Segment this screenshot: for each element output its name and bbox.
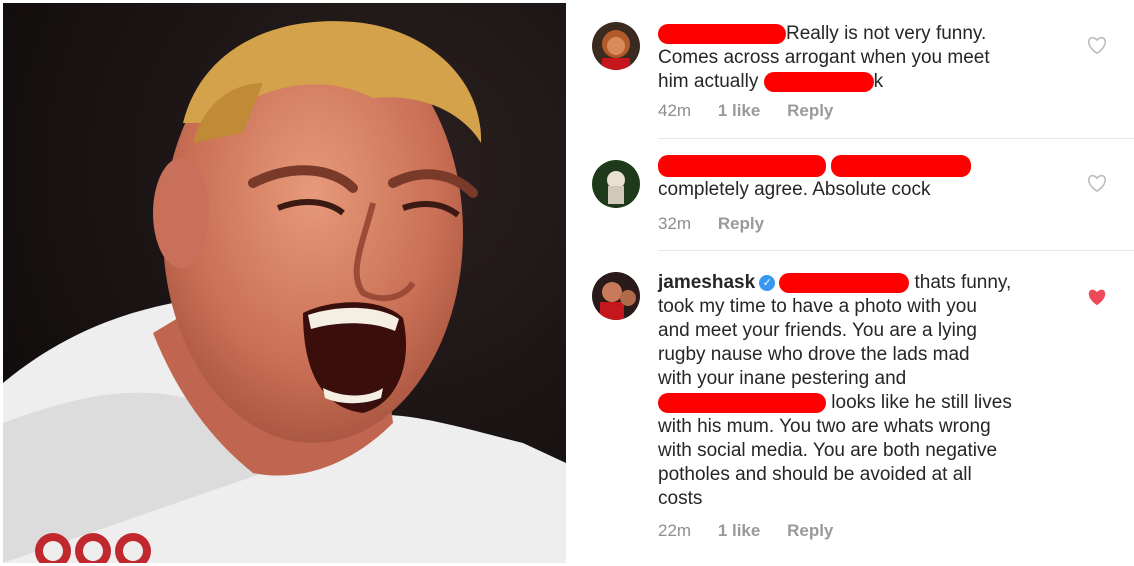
avatar[interactable] [592, 272, 640, 320]
redaction [779, 272, 910, 293]
divider [658, 138, 1134, 139]
username[interactable]: jameshask [658, 272, 755, 293]
comment-line: potholes and should be avoided at all [658, 464, 972, 485]
comment-item: jameshask ✓ thats funny, took my time to … [566, 252, 1134, 566]
comment-line: with social media. You are both negative [658, 440, 998, 461]
avatar[interactable] [592, 22, 640, 70]
comment-meta: 42m 1 like Reply [658, 101, 855, 121]
player-photo [3, 3, 566, 563]
like-count[interactable]: 1 like [718, 101, 761, 120]
comments-panel: Really is not very funny. Comes across a… [566, 0, 1134, 566]
comment-text: completely agree. Absolute cock [658, 154, 1068, 202]
redaction [831, 154, 972, 177]
timestamp: 32m [658, 214, 692, 233]
comment-line: and meet your friends. You are a lying [658, 320, 977, 341]
redaction [658, 392, 826, 413]
comment-item: Really is not very funny. Comes across a… [566, 0, 1134, 140]
timestamp: 42m [658, 101, 692, 120]
redaction [763, 71, 874, 92]
comment-item: completely agree. Absolute cock 32m Repl… [566, 140, 1134, 252]
divider [658, 250, 1134, 251]
comment-line: took my time to have a photo with you [658, 296, 977, 317]
reply-button[interactable]: Reply [787, 521, 833, 540]
comment-text: jameshask ✓ thats funny, took my time to … [658, 271, 1068, 511]
comment-line: costs [658, 488, 703, 509]
heart-icon[interactable] [1087, 36, 1107, 55]
timestamp: 22m [658, 521, 692, 540]
like-count[interactable]: 1 like [718, 521, 761, 540]
comment-text-3a: him actually [658, 71, 759, 92]
comment-meta: 32m Reply [658, 214, 786, 234]
redaction [658, 154, 826, 177]
comment-line: looks like he still lives [831, 392, 1012, 413]
verified-badge-icon: ✓ [759, 274, 776, 291]
comment-line: with his mum. You two are whats wrong [658, 416, 991, 437]
comment-line: rugby nause who drove the lads mad [658, 344, 970, 365]
comment-text-2: Comes across arrogant when you meet [658, 47, 990, 68]
comment-text-3b: k [873, 71, 884, 92]
reply-button[interactable]: Reply [718, 214, 764, 233]
comment-meta: 22m 1 like Reply [658, 521, 855, 541]
comment-line: with your inane pestering and [658, 368, 907, 389]
comment-text-1: Really is not very funny. [786, 23, 987, 44]
redaction [658, 23, 786, 44]
reply-button[interactable]: Reply [787, 101, 833, 120]
heart-icon-liked[interactable] [1087, 288, 1107, 306]
comment-text-1: thats funny, [914, 272, 1012, 293]
comment-text-1: completely agree. Absolute cock [658, 179, 931, 200]
comment-text: Really is not very funny. Comes across a… [658, 22, 1068, 94]
heart-icon[interactable] [1087, 174, 1107, 193]
avatar[interactable] [592, 160, 640, 208]
